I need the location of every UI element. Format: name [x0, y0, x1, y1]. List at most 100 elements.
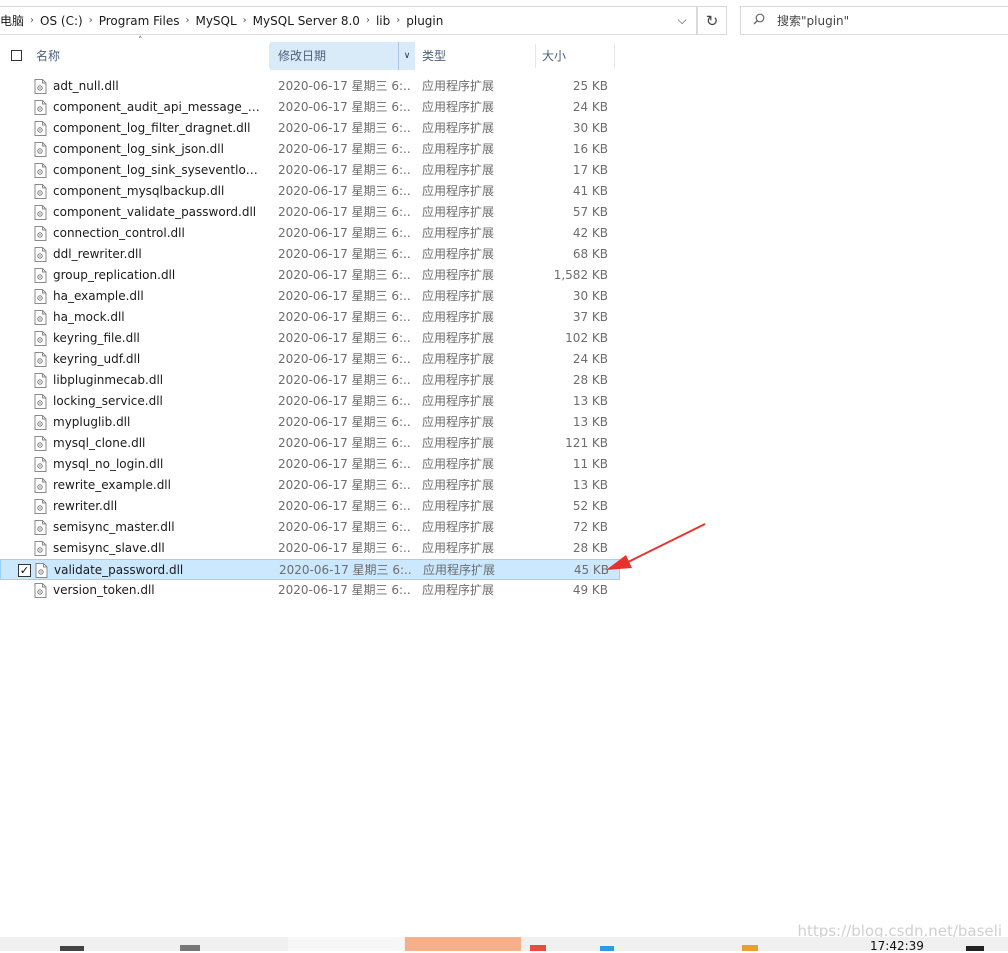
file-row[interactable]: ha_mock.dll 2020-06-17 星期三 6:... 应用程序扩展 37 …: [0, 307, 620, 328]
column-header-name[interactable]: 名称: [36, 42, 266, 70]
file-row[interactable]: ✓ validate_password.dll 2020-06-17 星期三 6:.…: [0, 559, 620, 580]
file-row[interactable]: group_replication.dll 2020-06-17 星期三 6:..…: [0, 265, 620, 286]
file-row[interactable]: keyring_file.dll 2020-06-17 星期三 6:... 应用程序…: [0, 328, 620, 349]
file-date: 2020-06-17 星期三 6:...: [278, 226, 410, 240]
file-size: 45 KB: [573, 563, 609, 577]
row-checkbox[interactable]: ✓: [18, 564, 31, 577]
taskbar-app-button-active[interactable]: [405, 937, 521, 951]
file-date: 2020-06-17 星期三 6:...: [278, 163, 410, 177]
file-date: 2020-06-17 星期三 6:...: [278, 289, 410, 303]
taskbar-app-icon[interactable]: [180, 945, 200, 951]
address-history-dropdown[interactable]: ⌵: [667, 7, 696, 34]
file-row[interactable]: mypluglib.dll 2020-06-17 星期三 6:... 应用程序扩展 1…: [0, 412, 620, 433]
search-box[interactable]: 搜索"plugin": [740, 6, 1008, 35]
file-size: 52 KB: [572, 499, 608, 513]
column-header-size[interactable]: 大小: [542, 42, 612, 70]
dll-file-icon: [34, 163, 47, 178]
breadcrumb-item[interactable]: OS (C:): [35, 14, 88, 28]
file-type: 应用程序扩展: [422, 457, 495, 471]
file-name: ha_example.dll: [53, 289, 144, 303]
breadcrumb-item[interactable]: MySQL Server 8.0: [248, 14, 365, 28]
file-size: 28 KB: [572, 541, 608, 555]
file-date: 2020-06-17 星期三 6:...: [279, 563, 411, 577]
file-row[interactable]: locking_service.dll 2020-06-17 星期三 6:... 应…: [0, 391, 620, 412]
taskbar-app-icon[interactable]: [600, 946, 614, 951]
file-row[interactable]: rewriter.dll 2020-06-17 星期三 6:... 应用程序扩展 52…: [0, 496, 620, 517]
file-date: 2020-06-17 星期三 6:...: [278, 247, 410, 261]
file-type: 应用程序扩展: [422, 541, 495, 555]
taskbar-app-button[interactable]: [288, 937, 404, 951]
file-name: rewrite_example.dll: [53, 478, 171, 492]
file-date: 2020-06-17 星期三 6:...: [278, 184, 410, 198]
file-name: mysql_clone.dll: [53, 436, 146, 450]
file-row[interactable]: mysql_no_login.dll 2020-06-17 星期三 6:... 应用…: [0, 454, 620, 475]
column-divider[interactable]: [614, 44, 615, 68]
breadcrumb-item[interactable]: lib: [371, 14, 395, 28]
breadcrumb-item[interactable]: 电脑: [0, 12, 29, 29]
file-date: 2020-06-17 星期三 6:...: [278, 331, 410, 345]
search-icon: [753, 13, 765, 28]
file-row[interactable]: component_log_sink_syseventlog.dll 2020-0…: [0, 160, 620, 181]
file-row[interactable]: component_validate_password.dll 2020-06-1…: [0, 202, 620, 223]
file-row[interactable]: rewrite_example.dll 2020-06-17 星期三 6:... 应…: [0, 475, 620, 496]
file-row[interactable]: component_mysqlbackup.dll 2020-06-17 星期三 …: [0, 181, 620, 202]
refresh-button[interactable]: ↻: [697, 6, 727, 35]
file-size: 13 KB: [572, 415, 608, 429]
file-size: 30 KB: [572, 121, 608, 135]
file-row[interactable]: ddl_rewriter.dll 2020-06-17 星期三 6:... 应用程序…: [0, 244, 620, 265]
file-type: 应用程序扩展: [422, 436, 495, 450]
breadcrumb-item[interactable]: plugin: [401, 14, 448, 28]
file-row[interactable]: libpluginmecab.dll 2020-06-17 星期三 6:... 应用…: [0, 370, 620, 391]
file-size: 17 KB: [572, 163, 608, 177]
file-size: 121 KB: [565, 436, 608, 450]
file-row[interactable]: keyring_udf.dll 2020-06-17 星期三 6:... 应用程序扩…: [0, 349, 620, 370]
file-row[interactable]: version_token.dll 2020-06-17 星期三 6:... 应用程…: [0, 580, 620, 601]
dll-file-icon: [34, 142, 47, 157]
file-row[interactable]: connection_control.dll 2020-06-17 星期三 6:.…: [0, 223, 620, 244]
file-type: 应用程序扩展: [422, 184, 495, 198]
file-type: 应用程序扩展: [422, 163, 495, 177]
file-row[interactable]: semisync_slave.dll 2020-06-17 星期三 6:... 应用…: [0, 538, 620, 559]
file-type: 应用程序扩展: [422, 583, 495, 597]
file-type: 应用程序扩展: [423, 563, 496, 577]
file-type: 应用程序扩展: [422, 205, 495, 219]
column-header-date[interactable]: 修改日期 ∨: [270, 42, 415, 70]
file-date: 2020-06-17 星期三 6:...: [278, 142, 410, 156]
dll-file-icon: [34, 184, 47, 199]
chevron-down-icon[interactable]: ∨: [398, 42, 415, 70]
show-desktop-icon[interactable]: [966, 946, 984, 951]
file-name: keyring_file.dll: [53, 331, 140, 345]
file-row[interactable]: adt_null.dll 2020-06-17 星期三 6:... 应用程序扩展 25…: [0, 76, 620, 97]
breadcrumb-item[interactable]: MySQL: [190, 14, 241, 28]
dll-file-icon: [34, 415, 47, 430]
file-type: 应用程序扩展: [422, 289, 495, 303]
select-all-checkbox[interactable]: [11, 50, 22, 61]
dll-file-icon: [34, 394, 47, 409]
file-name: locking_service.dll: [53, 394, 163, 408]
taskbar-app-icon[interactable]: [530, 945, 546, 951]
taskbar-app-icon[interactable]: [742, 945, 758, 951]
dll-file-icon: [34, 205, 47, 220]
file-row[interactable]: semisync_master.dll 2020-06-17 星期三 6:... 应…: [0, 517, 620, 538]
breadcrumb-item[interactable]: Program Files: [94, 14, 185, 28]
column-header-type[interactable]: 类型: [422, 42, 534, 70]
address-bar[interactable]: 电脑 › OS (C:) › Program Files › MySQL › MySQL Ser…: [0, 6, 697, 35]
file-type: 应用程序扩展: [422, 268, 495, 282]
taskbar-app-icon[interactable]: [60, 946, 84, 951]
file-type: 应用程序扩展: [422, 142, 495, 156]
file-name: rewriter.dll: [53, 499, 118, 513]
file-name: component_audit_api_message_e...: [53, 100, 263, 114]
dll-file-icon: [34, 289, 47, 304]
breadcrumb[interactable]: 电脑 › OS (C:) › Program Files › MySQL › MySQL Ser…: [0, 7, 667, 34]
file-row[interactable]: component_log_sink_json.dll 2020-06-17 星期…: [0, 139, 620, 160]
file-name: semisync_master.dll: [53, 520, 175, 534]
file-row[interactable]: component_log_filter_dragnet.dll 2020-06-…: [0, 118, 620, 139]
file-type: 应用程序扩展: [422, 352, 495, 366]
file-name: component_log_sink_syseventlog.dll: [53, 163, 263, 177]
file-row[interactable]: ha_example.dll 2020-06-17 星期三 6:... 应用程序扩展…: [0, 286, 620, 307]
file-row[interactable]: component_audit_api_message_e... 2020-06-…: [0, 97, 620, 118]
file-row[interactable]: mysql_clone.dll 2020-06-17 星期三 6:... 应用程序扩…: [0, 433, 620, 454]
search-input[interactable]: 搜索"plugin": [777, 12, 849, 29]
file-type: 应用程序扩展: [422, 373, 495, 387]
column-divider[interactable]: [535, 44, 536, 68]
